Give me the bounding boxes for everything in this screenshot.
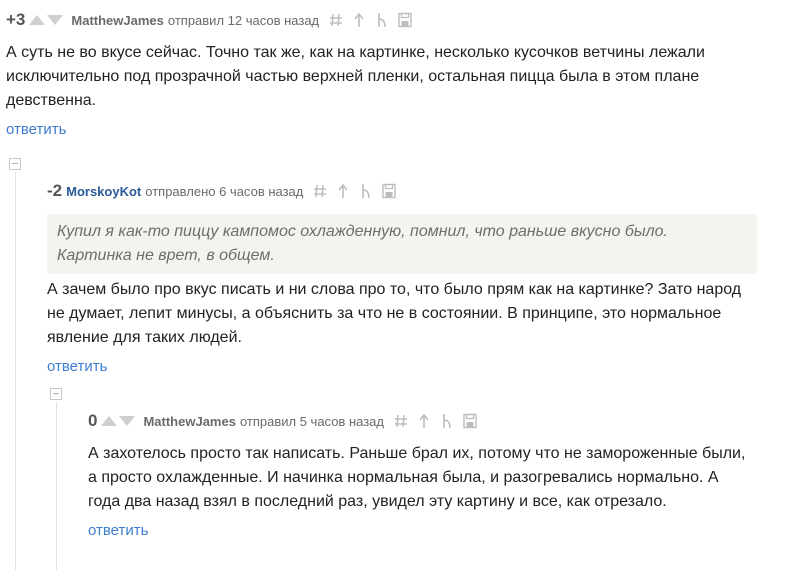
branch-icon[interactable] bbox=[359, 183, 373, 199]
collapse-toggle[interactable] bbox=[50, 388, 62, 400]
comment-header: -2 MorskoyKot отправлено 6 часов назад bbox=[47, 180, 759, 202]
branch-icon[interactable] bbox=[440, 413, 454, 429]
comment-text: А суть не во вкусе сейчас. Точно так же,… bbox=[6, 44, 705, 109]
collapse-toggle[interactable] bbox=[9, 158, 21, 170]
comment-tools bbox=[329, 12, 412, 28]
comment-header: 0 MatthewJames отправил 5 часов назад bbox=[88, 410, 768, 432]
arrow-up-icon[interactable] bbox=[336, 183, 350, 199]
save-icon[interactable] bbox=[382, 183, 397, 199]
vote-down-icon[interactable] bbox=[119, 416, 136, 426]
arrow-up-icon[interactable] bbox=[352, 12, 366, 28]
comment: +3 MatthewJames отправил 12 часов назад … bbox=[6, 9, 766, 139]
comment-author[interactable]: MatthewJames bbox=[143, 414, 235, 429]
comment: -2 MorskoyKot отправлено 6 часов назад К… bbox=[47, 180, 759, 376]
comment-rating: -2 bbox=[47, 181, 63, 200]
comment-timestamp: отправил 12 часов назад bbox=[167, 12, 320, 28]
vote-controls bbox=[29, 15, 65, 25]
comment-tools bbox=[313, 183, 397, 199]
thread-line bbox=[15, 172, 16, 570]
comment-tools bbox=[394, 413, 477, 429]
vote-up-icon[interactable] bbox=[101, 416, 118, 426]
comment-text: А зачем было про вкус писать и ни слова … bbox=[47, 281, 742, 346]
comment-timestamp: отправлено 6 часов назад bbox=[145, 183, 304, 199]
arrow-up-icon[interactable] bbox=[417, 413, 431, 429]
vote-controls bbox=[101, 416, 137, 426]
comment-rating: +3 bbox=[6, 10, 26, 29]
reply-link[interactable]: ответить bbox=[6, 121, 66, 138]
vote-up-icon[interactable] bbox=[29, 15, 46, 25]
reply-link[interactable]: ответить bbox=[47, 358, 107, 375]
hash-icon[interactable] bbox=[394, 413, 408, 429]
hash-icon[interactable] bbox=[329, 12, 343, 28]
vote-down-icon[interactable] bbox=[47, 15, 64, 25]
quoted-text: Купил я как-то пиццу кампомос охлажденну… bbox=[47, 214, 757, 274]
comment: 0 MatthewJames отправил 5 часов назад А … bbox=[88, 410, 768, 540]
save-icon[interactable] bbox=[463, 413, 477, 429]
save-icon[interactable] bbox=[398, 12, 412, 28]
reply-link[interactable]: ответить bbox=[88, 522, 148, 539]
comment-author[interactable]: MatthewJames bbox=[71, 13, 163, 28]
comment-timestamp: отправил 5 часов назад bbox=[239, 413, 384, 429]
thread-line bbox=[56, 402, 57, 570]
comment-text: А захотелось просто так написать. Раньше… bbox=[88, 445, 746, 510]
comment-header: +3 MatthewJames отправил 12 часов назад bbox=[6, 9, 766, 31]
comment-author[interactable]: MorskoyKot bbox=[66, 184, 141, 199]
comment-rating: 0 bbox=[88, 411, 98, 430]
hash-icon[interactable] bbox=[313, 183, 327, 199]
branch-icon[interactable] bbox=[375, 12, 389, 28]
